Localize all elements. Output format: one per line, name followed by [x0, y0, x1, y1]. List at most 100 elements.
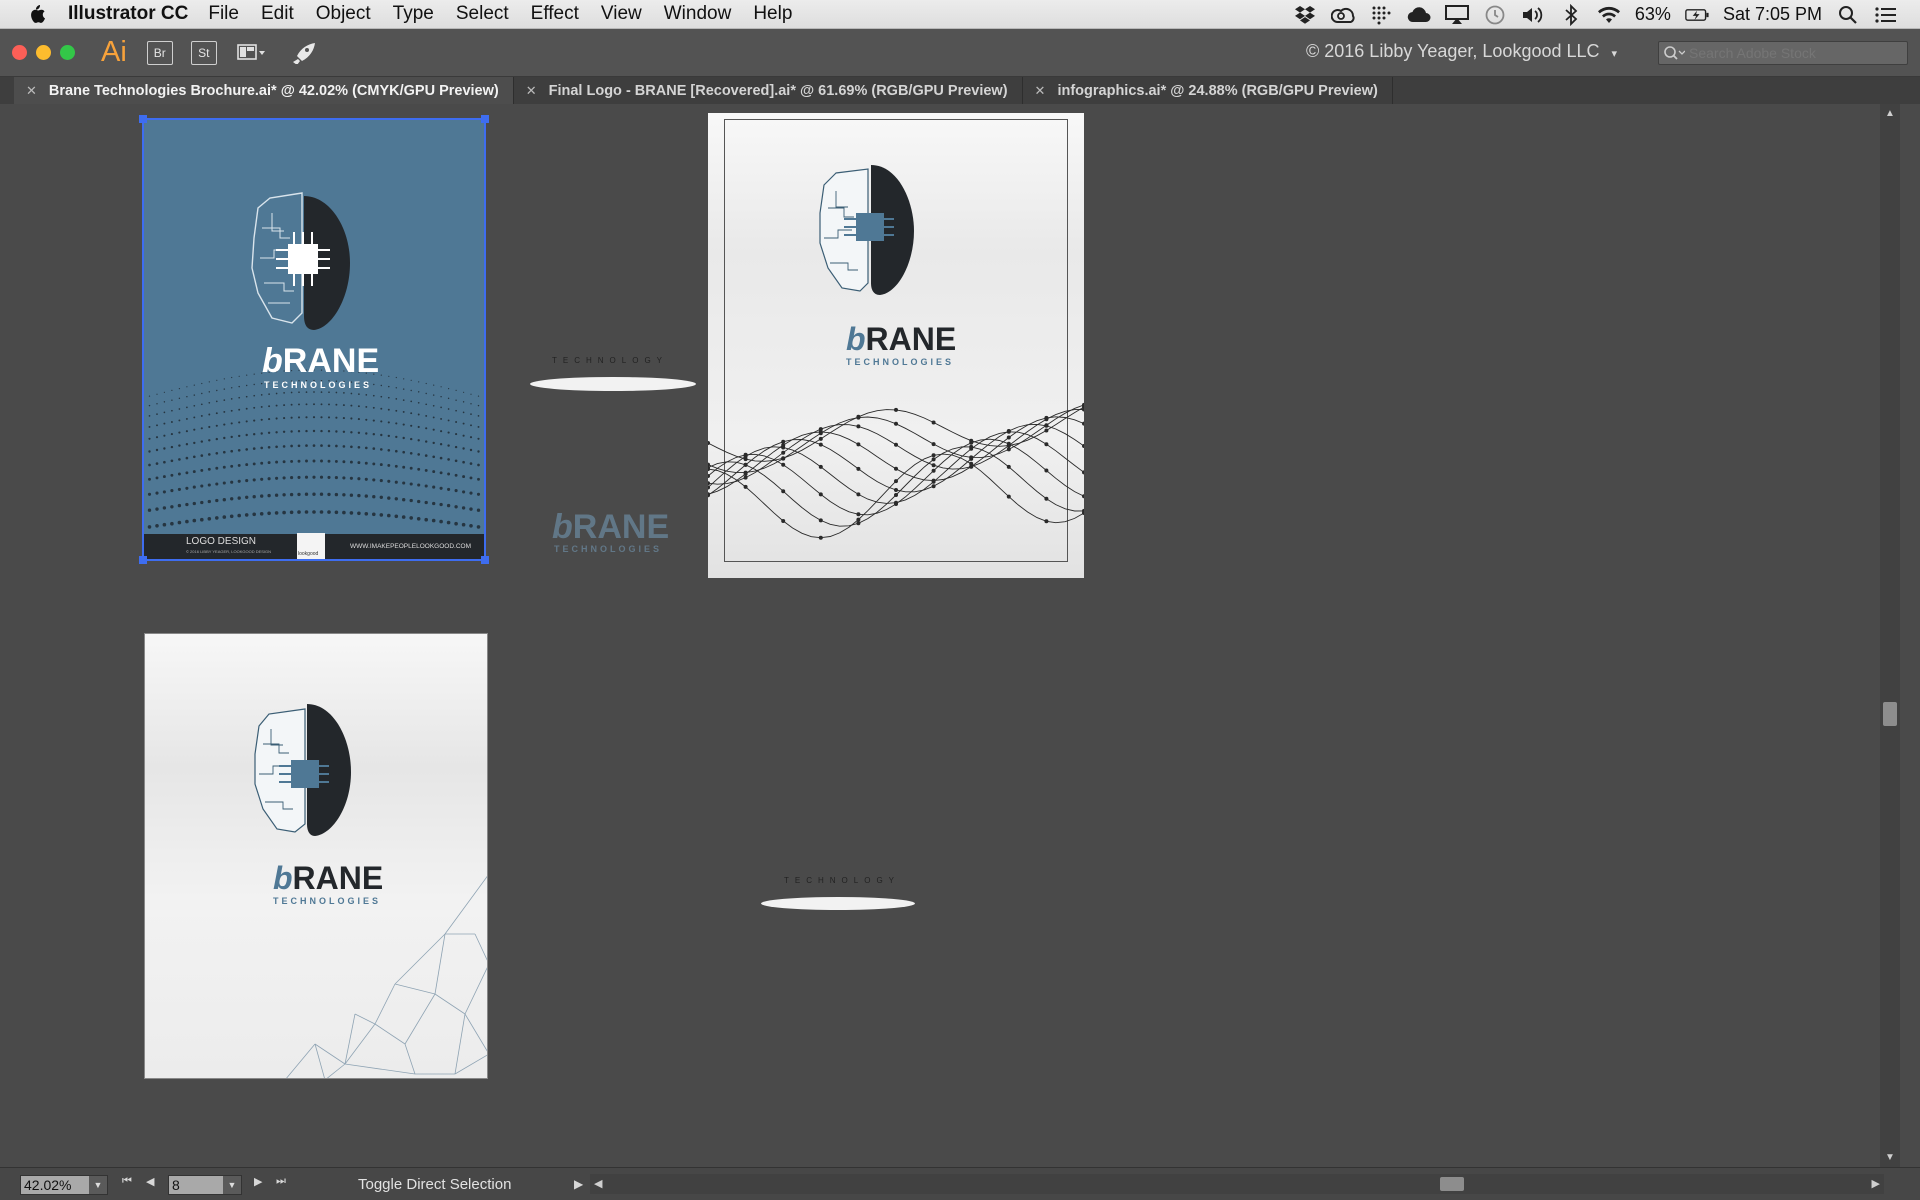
arrange-documents-icon [236, 43, 265, 60]
gpu-performance-rocket-icon[interactable] [291, 42, 317, 64]
scroll-down-icon[interactable]: ▼ [1885, 1152, 1895, 1163]
footer-copyright-small: © 2016 LIBBY YEAGER, LOOKGOOD DESIGN [186, 549, 272, 554]
menu-object[interactable]: Object [316, 3, 371, 25]
zoom-level-field[interactable]: 42.02% ▼ [20, 1175, 108, 1195]
adobe-stock-button[interactable]: St [190, 40, 217, 65]
cc-libraries-account[interactable]: © 2016 Libby Yeager, Lookgood LLC ▾ [1306, 41, 1617, 62]
brane-subtitle: TECHNOLOGIES [846, 357, 955, 367]
artboard-number: 8 [172, 1177, 180, 1193]
notification-center-icon[interactable] [1874, 4, 1898, 26]
loose-brane-subtitle: TECHNOLOGIES [554, 544, 663, 554]
window-minimize-button[interactable] [36, 45, 51, 60]
artboard-number-field[interactable]: 8 ▼ [168, 1175, 242, 1195]
menu-bar: Illustrator CC File Edit Object Type Sel… [0, 0, 1920, 29]
menubar-clock[interactable]: Sat 7:05 PM [1723, 4, 1822, 25]
time-machine-icon[interactable] [1483, 4, 1507, 26]
tab-infographics[interactable]: ✕ infographics.ai* @ 24.88% (RGB/GPU Pre… [1023, 77, 1393, 104]
bluetooth-icon[interactable] [1559, 3, 1583, 26]
app-name[interactable]: Illustrator CC [68, 3, 188, 25]
apple-icon[interactable] [26, 3, 46, 25]
cloud-icon[interactable] [1407, 4, 1431, 26]
wordmark-b: b [262, 342, 283, 380]
close-tab-icon[interactable]: ✕ [526, 83, 537, 99]
tab-brane-brochure[interactable]: ✕ Brane Technologies Brochure.ai* @ 42.0… [14, 77, 514, 104]
menu-edit[interactable]: Edit [261, 3, 294, 25]
window-close-button[interactable] [12, 45, 27, 60]
close-tab-icon[interactable]: ✕ [1035, 83, 1046, 99]
volume-icon[interactable] [1521, 4, 1545, 26]
account-name: © 2016 Libby Yeager, Lookgood LLC [1306, 41, 1600, 61]
artboard-blue-cover[interactable]: bRANE TECHNOLOGIES LOGO DESIGN © 2016 LI… [142, 118, 486, 561]
ellipse-shadow-object[interactable] [761, 897, 915, 910]
document-tab-bar: ✕ Brane Technologies Brochure.ai* @ 42.0… [0, 77, 1920, 104]
horizontable-scrollbar[interactable]: ◀ ▶ [590, 1174, 1884, 1194]
vertical-scroll-thumb[interactable] [1883, 702, 1897, 726]
brain-chip-logo-white [142, 192, 486, 561]
chevron-down-icon: ▾ [1611, 48, 1618, 60]
wordmark-b: b [552, 508, 573, 546]
artboard-white-wave[interactable]: bRANE TECHNOLOGIES [708, 113, 1084, 578]
scroll-up-icon[interactable]: ▲ [1885, 108, 1895, 119]
status-bar: 42.02% ▼ ⏮ ◀ 8 ▼ ▶ ⏭ Toggle Direct Selec… [0, 1167, 1920, 1200]
scroll-right-icon[interactable]: ▶ [1872, 1177, 1880, 1190]
technology-tagline[interactable]: TECHNOLOGY [784, 876, 900, 885]
menu-window[interactable]: Window [664, 3, 732, 25]
menu-file[interactable]: File [208, 3, 239, 25]
creative-cloud-icon[interactable] [1330, 4, 1355, 26]
vertical-scrollbar[interactable]: ▲ ▼ [1880, 104, 1900, 1167]
footer-website: WWW.IMAKEPEOPLELOOKGOOD.COM [350, 543, 471, 550]
application-bar: Ai Br St © 2016 Libby Yeager, Lookgood L… [0, 29, 1920, 77]
status-menu-arrow-icon[interactable]: ▶ [574, 1177, 583, 1191]
wordmark-rest: RANE [865, 321, 957, 357]
technology-tagline[interactable]: TECHNOLOGY [552, 356, 668, 365]
wordmark-rest: RANE [282, 342, 380, 380]
previous-artboard-icon[interactable]: ◀ [146, 1175, 154, 1188]
adobe-stock-search[interactable] [1658, 41, 1908, 65]
brane-wordmark: bRANE [846, 321, 956, 358]
go-to-bridge-button[interactable]: Br [146, 40, 173, 65]
arrange-documents-button[interactable] [236, 43, 267, 63]
tab-final-logo[interactable]: ✕ Final Logo - BRANE [Recovered].ai* @ 6… [514, 77, 1023, 104]
brane-wordmark: bRANE [262, 342, 379, 381]
footer-lookgood-mark: lookgood [298, 551, 319, 557]
window-zoom-button[interactable] [60, 45, 75, 60]
scroll-left-icon[interactable]: ◀ [594, 1177, 602, 1190]
horizontal-scroll-thumb[interactable] [1440, 1177, 1464, 1191]
wordmark-rest: RANE [292, 860, 384, 896]
first-artboard-icon[interactable]: ⏮ [122, 1175, 132, 1188]
brane-subtitle: TECHNOLOGIES [273, 896, 382, 906]
ellipse-shadow-object[interactable] [530, 377, 696, 391]
loose-brane-wordmark[interactable]: bRANE [552, 508, 669, 547]
lowpoly-mesh-graphic [254, 704, 487, 1078]
chevron-down-icon[interactable]: ▼ [223, 1176, 241, 1194]
grid-dots-icon[interactable] [1369, 4, 1393, 26]
battery-percent: 63% [1634, 4, 1671, 24]
tab-label: infographics.ai* @ 24.88% (RGB/GPU Previ… [1057, 82, 1378, 99]
menu-select[interactable]: Select [456, 3, 509, 25]
dropbox-icon[interactable] [1293, 4, 1317, 26]
document-canvas[interactable]: bRANE TECHNOLOGIES LOGO DESIGN © 2016 LI… [14, 104, 1880, 1167]
wordmark-b: b [273, 860, 293, 896]
airplay-icon[interactable] [1444, 4, 1469, 26]
stock-search-input[interactable] [1689, 45, 1899, 61]
zoom-value: 42.02% [24, 1177, 72, 1193]
illustrator-logo: Ai [101, 36, 127, 68]
menu-view[interactable]: View [601, 3, 642, 25]
close-tab-icon[interactable]: ✕ [26, 83, 37, 99]
chevron-down-icon[interactable]: ▼ [89, 1176, 107, 1194]
brane-wordmark: bRANE [273, 860, 383, 897]
menu-type[interactable]: Type [393, 3, 434, 25]
battery-charging-icon[interactable] [1685, 4, 1709, 26]
menu-effect[interactable]: Effect [531, 3, 579, 25]
tab-label: Brane Technologies Brochure.ai* @ 42.02%… [48, 82, 499, 99]
menu-help[interactable]: Help [753, 3, 792, 25]
footer-logo-design: LOGO DESIGN [186, 536, 257, 547]
wifi-icon[interactable] [1597, 4, 1621, 26]
status-tool-text[interactable]: Toggle Direct Selection [358, 1176, 511, 1193]
spotlight-search-icon[interactable] [1836, 4, 1860, 26]
next-artboard-icon[interactable]: ▶ [254, 1175, 262, 1188]
wordmark-rest: RANE [572, 508, 670, 546]
brane-subtitle: TECHNOLOGIES [264, 380, 373, 390]
artboard-white-lowpoly[interactable]: bRANE TECHNOLOGIES [144, 633, 488, 1079]
last-artboard-icon[interactable]: ⏭ [276, 1175, 286, 1188]
